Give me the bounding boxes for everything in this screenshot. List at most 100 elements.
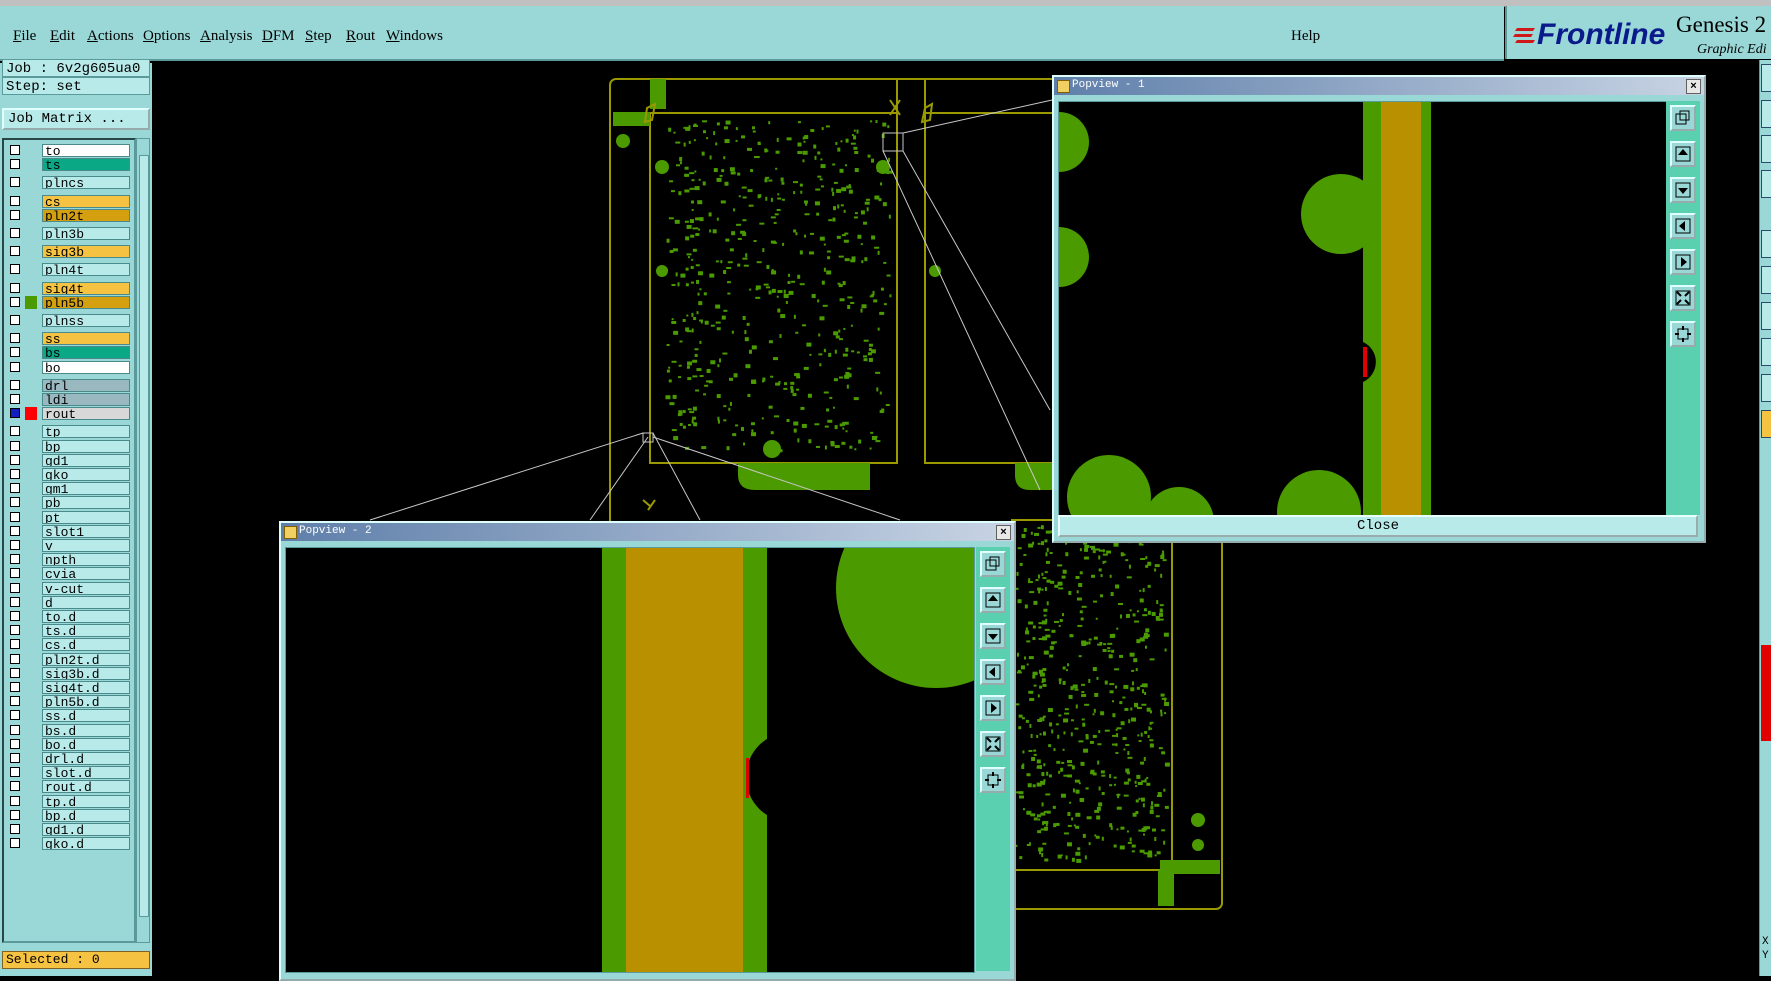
layer-checkbox[interactable] [10, 454, 20, 465]
layer-checkbox[interactable] [10, 582, 20, 593]
layer-color-swatch[interactable] [25, 837, 37, 851]
pan-left-icon[interactable] [1670, 213, 1696, 239]
layer-color-swatch[interactable] [25, 407, 37, 421]
layer-checkbox[interactable] [10, 809, 20, 820]
pan-down-icon[interactable] [980, 623, 1006, 649]
layer-name[interactable]: ts.d [42, 624, 130, 638]
close-icon[interactable]: × [1686, 79, 1701, 94]
layer-checkbox[interactable] [10, 511, 20, 522]
layer-color-swatch[interactable] [25, 709, 37, 723]
layer-checkbox[interactable] [10, 296, 20, 307]
layer-checkbox[interactable] [10, 440, 20, 451]
layer-name[interactable]: plnss [42, 314, 130, 327]
layer-checkbox[interactable] [10, 753, 20, 763]
layer-checkbox[interactable] [10, 333, 20, 344]
layer-checkbox[interactable] [10, 159, 20, 170]
layer-color-swatch[interactable] [25, 245, 37, 259]
layer-color-swatch[interactable] [25, 176, 37, 190]
layer-name[interactable]: gko.d [42, 837, 130, 851]
layer-row-plnss[interactable]: plnss [8, 314, 130, 328]
layer-name[interactable]: rout [42, 407, 130, 421]
layer-row-ss-d[interactable]: ss.d [8, 709, 130, 723]
layer-row-bo-d[interactable]: bo.d [8, 737, 130, 752]
layer-row-rout-d[interactable]: rout.d [8, 780, 130, 794]
layer-color-swatch[interactable] [25, 539, 37, 552]
layer-color-swatch[interactable] [25, 425, 37, 439]
layer-color-swatch[interactable] [25, 281, 37, 295]
layer-checkbox[interactable] [10, 767, 20, 778]
layer-row-plncs[interactable]: plncs [8, 176, 130, 190]
layer-row-d[interactable]: d [8, 595, 130, 610]
layer-name[interactable]: tp.d [42, 794, 130, 808]
layer-name[interactable]: pln2t.d [42, 652, 130, 666]
layer-checkbox[interactable] [10, 724, 20, 735]
popview-2-titlebar[interactable]: Popview - 2 × [281, 523, 1014, 541]
layer-checkbox[interactable] [10, 347, 20, 358]
layer-row-slot-d[interactable]: slot.d [8, 766, 130, 780]
layer-checkbox[interactable] [10, 625, 20, 636]
layer-checkbox[interactable] [10, 667, 20, 678]
menu-file[interactable]: File [13, 28, 36, 45]
layer-row-drl-d[interactable]: drl.d [8, 752, 130, 766]
layer-color-swatch[interactable] [25, 496, 37, 510]
layer-name[interactable]: pln5b.d [42, 695, 130, 709]
layer-row-pln5b[interactable]: pln5b [8, 295, 130, 310]
layer-row-bs[interactable]: bs [8, 346, 130, 360]
zoom-out-icon[interactable] [980, 767, 1006, 793]
layer-checkbox[interactable] [10, 195, 20, 206]
layer-checkbox[interactable] [10, 781, 20, 792]
layer-checkbox[interactable] [10, 228, 20, 238]
layer-name[interactable]: npth [42, 553, 130, 567]
layer-name[interactable]: to.d [42, 610, 130, 623]
layer-color-swatch[interactable] [25, 393, 37, 406]
layer-row-sig4t[interactable]: sig4t [8, 281, 130, 296]
layer-color-swatch[interactable] [25, 780, 37, 794]
layer-color-swatch[interactable] [25, 823, 37, 836]
layer-name[interactable]: cs.d [42, 638, 130, 652]
layer-row-npth[interactable]: npth [8, 553, 130, 567]
layer-name[interactable]: pln5b [42, 295, 130, 309]
layer-checkbox[interactable] [10, 838, 20, 849]
layer-name[interactable]: v [42, 539, 130, 552]
right-tool-9[interactable] [1761, 374, 1771, 402]
layer-checkbox[interactable] [10, 315, 20, 325]
layer-color-swatch[interactable] [25, 794, 37, 808]
layer-checkbox[interactable] [10, 611, 20, 621]
layer-color-swatch[interactable] [25, 510, 37, 524]
layer-checkbox[interactable] [10, 483, 20, 494]
layer-color-swatch[interactable] [25, 681, 37, 694]
layer-color-swatch[interactable] [25, 439, 37, 453]
layer-color-swatch[interactable] [25, 314, 37, 327]
layer-name[interactable]: ldi [42, 393, 130, 406]
layer-name[interactable]: gd1.d [42, 823, 130, 836]
menu-windows[interactable]: Windows [386, 28, 443, 45]
layer-color-swatch[interactable] [25, 737, 37, 751]
layer-row-ts[interactable]: ts [8, 158, 130, 172]
layer-color-swatch[interactable] [25, 581, 37, 595]
layer-checkbox[interactable] [10, 426, 20, 437]
layer-checkbox[interactable] [10, 361, 20, 372]
menu-step[interactable]: Step [305, 28, 332, 45]
menu-rout[interactable]: Rout [346, 28, 375, 45]
layer-checkbox[interactable] [10, 554, 20, 565]
layer-row-pln2t[interactable]: pln2t [8, 208, 130, 223]
layer-row-slot1[interactable]: slot1 [8, 524, 130, 539]
layer-checkbox[interactable] [10, 653, 20, 664]
layer-color-swatch[interactable] [25, 158, 37, 172]
layer-row-v-cut[interactable]: v-cut [8, 581, 130, 596]
layer-checkbox[interactable] [10, 596, 20, 607]
menu-dfm[interactable]: DFM [262, 28, 295, 45]
close-icon[interactable]: × [996, 525, 1011, 540]
popview-1-titlebar[interactable]: Popview - 1 × [1054, 77, 1704, 95]
zoom-out-icon[interactable] [1670, 321, 1696, 347]
layer-row-ldi[interactable]: ldi [8, 393, 130, 407]
pan-up-icon[interactable] [1670, 141, 1696, 167]
layer-name[interactable]: rout.d [42, 780, 130, 794]
layer-color-swatch[interactable] [25, 144, 37, 157]
layer-name[interactable]: bp.d [42, 808, 130, 822]
scrollbar-thumb[interactable] [139, 155, 149, 917]
layer-name[interactable]: ts [42, 158, 130, 172]
pan-left-icon[interactable] [980, 659, 1006, 685]
layer-color-swatch[interactable] [25, 666, 37, 680]
layer-color-swatch[interactable] [25, 808, 37, 822]
